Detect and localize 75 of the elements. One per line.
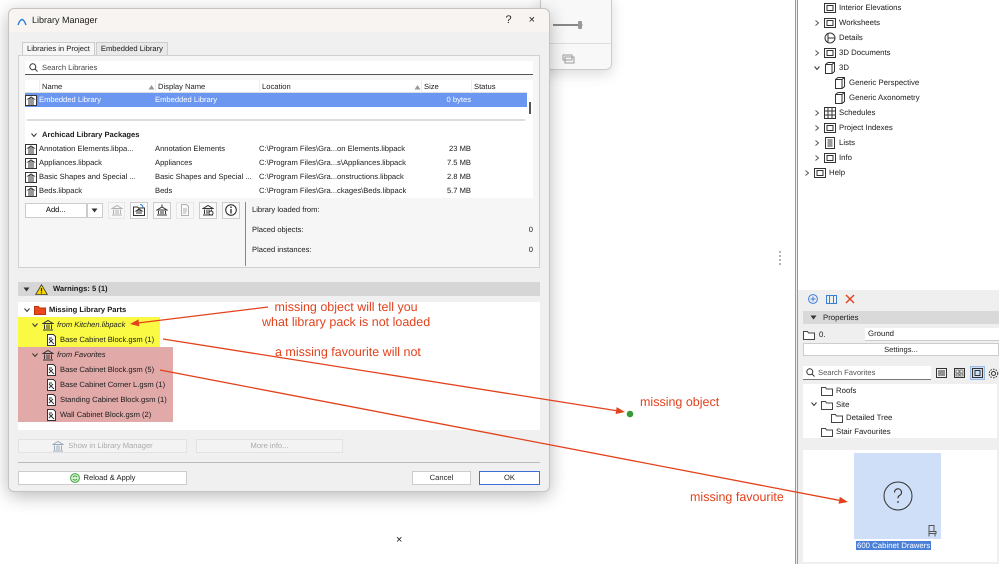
- chair-icon: [927, 525, 937, 537]
- warning-icon: [35, 284, 48, 294]
- close-mark: ×: [396, 534, 402, 548]
- chevron-right-icon[interactable]: [803, 168, 811, 176]
- grid-view-icon: [954, 368, 966, 378]
- add-circle-icon[interactable]: [808, 294, 818, 304]
- list-view-icon: [936, 368, 948, 378]
- search-icon: [806, 368, 815, 377]
- search-icon: [29, 63, 38, 72]
- chevron-down-icon[interactable]: [31, 320, 39, 328]
- document-icon: [179, 204, 192, 216]
- view-mode-button[interactable]: [934, 366, 950, 380]
- box-icon: [824, 62, 836, 74]
- dropdown-button[interactable]: [86, 202, 103, 218]
- box-icon: [834, 92, 846, 104]
- chevron-right-icon[interactable]: [813, 18, 821, 26]
- chevron-down-icon[interactable]: [810, 400, 818, 408]
- info-icon: [225, 204, 238, 216]
- panel-icon[interactable]: [826, 294, 837, 304]
- folder-icon: [803, 329, 815, 340]
- scrollbar-thumb[interactable]: [529, 102, 531, 114]
- chevron-right-icon[interactable]: [813, 124, 821, 132]
- chevron-right-icon[interactable]: [813, 154, 821, 162]
- settings-icon[interactable]: [988, 368, 999, 378]
- dot-marker: [626, 410, 634, 418]
- grip-icon[interactable]: [778, 250, 782, 266]
- object-file-icon: [46, 334, 57, 346]
- object-file-icon: [46, 364, 57, 376]
- view-mode-button[interactable]: [970, 366, 985, 380]
- library-icon: [52, 440, 64, 452]
- circle-grid-icon: [824, 32, 836, 44]
- chevron-down-icon[interactable]: [23, 306, 31, 314]
- annotation: missing favourite: [690, 490, 784, 505]
- tool-button[interactable]: [199, 202, 218, 218]
- sort-arrow-icon: [148, 84, 155, 90]
- object-file-icon: [46, 394, 57, 406]
- view-mode-button[interactable]: [952, 366, 968, 380]
- sort-arrow-icon: [414, 84, 421, 90]
- list-icon: [824, 136, 836, 148]
- layers-icon: [561, 52, 575, 64]
- folder-icon: [821, 398, 833, 410]
- delete-icon[interactable]: [845, 294, 855, 304]
- reload-icon: [70, 473, 80, 483]
- tool-button[interactable]: [222, 202, 240, 218]
- library-search-icon: [202, 204, 214, 216]
- help-button[interactable]: ?: [499, 15, 518, 26]
- chevron-down-icon[interactable]: [31, 350, 39, 358]
- caret-icon: [91, 208, 98, 212]
- library-icon: [42, 348, 54, 360]
- close-button[interactable]: ×: [522, 15, 541, 26]
- chevron-down-icon[interactable]: [813, 64, 821, 72]
- missing-object-icon: [882, 481, 912, 511]
- chevron-right-icon[interactable]: [813, 108, 821, 116]
- chevron-right-icon[interactable]: [813, 138, 821, 146]
- library-icon: [110, 204, 123, 216]
- box-icon: [834, 76, 846, 88]
- library-folder-icon: [133, 204, 146, 216]
- library-icon: [42, 318, 54, 330]
- panel-icon: [824, 152, 836, 164]
- grid-icon: [824, 106, 836, 118]
- chevron-right-icon[interactable]: [813, 48, 821, 56]
- folder-icon: [831, 412, 843, 424]
- annotation: missing object: [640, 395, 720, 410]
- annotation: missing object will tell you what library pack is not loaded: [262, 300, 430, 330]
- window-title: Library Manager: [32, 15, 98, 26]
- tool-button[interactable]: [153, 202, 172, 218]
- folder-icon: [34, 304, 46, 315]
- object-file-icon: [46, 408, 57, 420]
- object-tile[interactable]: [854, 453, 941, 539]
- object-file-icon: [46, 378, 57, 390]
- preview-view-icon: [972, 368, 984, 378]
- slider-thumb[interactable]: [578, 21, 582, 29]
- annotation: a missing favourite will not: [275, 345, 421, 360]
- chevron-down-icon[interactable]: [30, 131, 38, 139]
- tool-button[interactable]: [130, 202, 148, 218]
